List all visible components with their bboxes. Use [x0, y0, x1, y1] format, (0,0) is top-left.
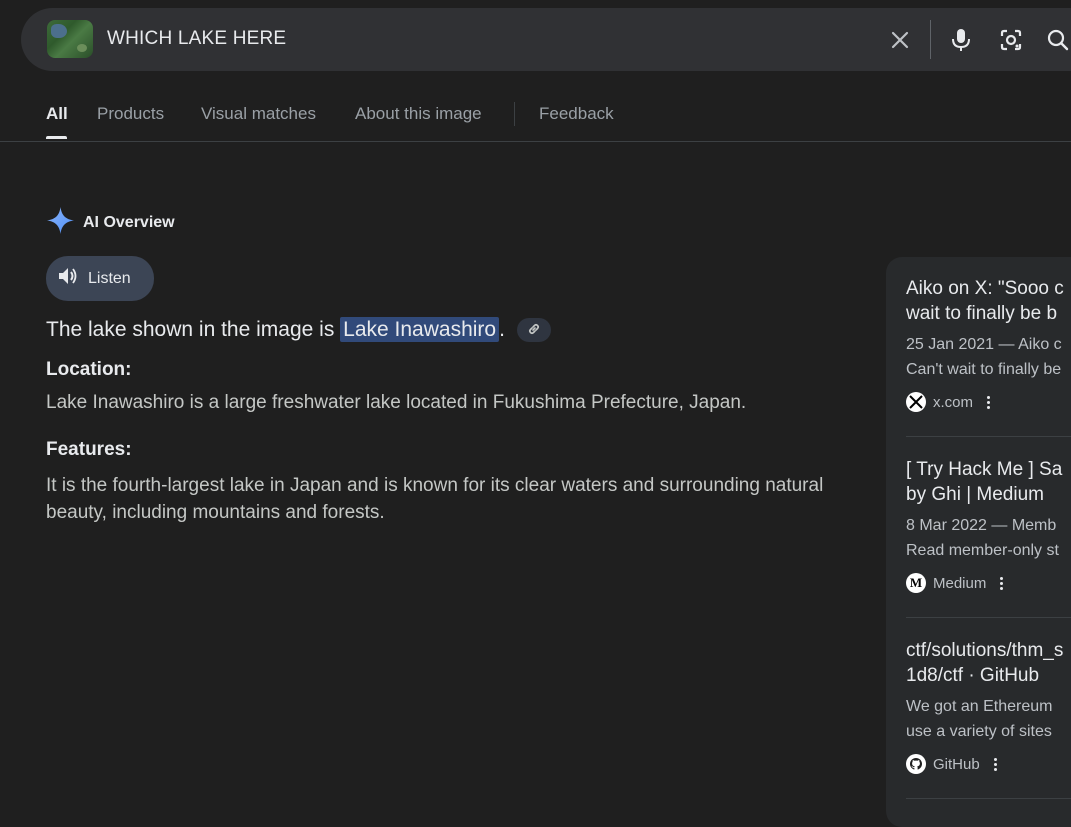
- x-logo-icon: [906, 392, 926, 412]
- tab-visual-matches[interactable]: Visual matches: [201, 104, 316, 124]
- source-card[interactable]: ctf/solutions/thm_s 1d8/ctf · GitHub We …: [906, 638, 1071, 774]
- sources-panel: Aiko on X: "Sooo c wait to finally be b …: [886, 257, 1071, 827]
- search-query-text[interactable]: WHICH LAKE HERE: [107, 28, 286, 50]
- source-title-line: 1d8/ctf · GitHub: [906, 665, 1040, 686]
- source-title-line: ctf/solutions/thm_s: [906, 640, 1064, 661]
- query-image-thumbnail[interactable]: [47, 20, 93, 58]
- source-link-chip[interactable]: [516, 318, 551, 343]
- ai-answer: The lake shown in the image is Lake Inaw…: [46, 317, 551, 343]
- answer-highlight[interactable]: Lake Inawashiro: [340, 317, 500, 342]
- source-footer: GitHub: [906, 754, 1071, 774]
- source-divider: [906, 617, 1071, 618]
- search-bar[interactable]: WHICH LAKE HERE: [21, 8, 1071, 71]
- source-title[interactable]: [ Try Hack Me ] Sa by Ghi | Medium: [906, 457, 1071, 507]
- more-options-icon[interactable]: [1000, 576, 1004, 590]
- answer-suffix: .: [499, 318, 505, 341]
- source-snippet-line: use a variety of sites: [906, 723, 1052, 740]
- tab-products[interactable]: Products: [97, 104, 164, 124]
- search-bar-divider: [930, 20, 931, 59]
- source-title-line: Aiko on X: "Sooo c: [906, 278, 1064, 299]
- speaker-icon: [58, 267, 78, 290]
- source-title[interactable]: Aiko on X: "Sooo c wait to finally be b: [906, 276, 1071, 326]
- source-title-line: wait to finally be b: [906, 303, 1058, 324]
- source-footer: M Medium: [906, 573, 1071, 593]
- sparkle-icon: [46, 206, 75, 240]
- source-snippet: 8 Mar 2022 — Memb Read member-only st: [906, 513, 1071, 563]
- source-title-line: by Ghi | Medium: [906, 484, 1044, 505]
- active-tab-indicator: [46, 136, 67, 139]
- source-snippet: 25 Jan 2021 — Aiko c Can't wait to final…: [906, 332, 1071, 382]
- listen-button[interactable]: Listen: [46, 256, 154, 301]
- source-title[interactable]: ctf/solutions/thm_s 1d8/ctf · GitHub: [906, 638, 1071, 688]
- tab-about-this-image[interactable]: About this image: [355, 104, 482, 124]
- source-snippet-line: Read member-only st: [906, 542, 1059, 559]
- lens-icon[interactable]: [996, 25, 1026, 55]
- source-snippet: We got an Ethereum use a variety of site…: [906, 694, 1071, 744]
- terrain-spot: [77, 44, 87, 52]
- link-icon: [527, 318, 541, 342]
- features-text: It is the fourth-largest lake in Japan a…: [46, 475, 824, 523]
- search-tabs: All Products Visual matches About this i…: [0, 86, 1071, 142]
- source-site[interactable]: GitHub: [933, 756, 980, 773]
- source-snippet-line: We got an Ethereum: [906, 698, 1053, 715]
- search-icon[interactable]: [1043, 25, 1071, 55]
- clear-icon[interactable]: [885, 25, 915, 55]
- source-card[interactable]: Aiko on X: "Sooo c wait to finally be b …: [906, 276, 1071, 412]
- medium-logo-icon: M: [906, 573, 926, 593]
- source-snippet-line: 25 Jan 2021 — Aiko c: [906, 336, 1062, 353]
- mic-icon[interactable]: [946, 25, 976, 55]
- ai-overview-header: AI Overview: [46, 206, 175, 240]
- tab-all[interactable]: All: [46, 104, 68, 124]
- source-snippet-line: 8 Mar 2022 — Memb: [906, 517, 1057, 534]
- tab-feedback[interactable]: Feedback: [539, 104, 614, 124]
- medium-logo-glyph: M: [909, 575, 923, 590]
- source-divider: [906, 436, 1071, 437]
- answer-prefix: The lake shown in the image is: [46, 318, 341, 341]
- tab-separator: [514, 102, 515, 126]
- github-icon: [906, 754, 926, 774]
- source-card[interactable]: [ Try Hack Me ] Sa by Ghi | Medium 8 Mar…: [906, 457, 1071, 593]
- source-site[interactable]: x.com: [933, 394, 973, 411]
- source-snippet-line: Can't wait to finally be: [906, 361, 1062, 378]
- lake-shape: [51, 24, 67, 38]
- listen-label: Listen: [88, 269, 131, 287]
- features-heading: Features:: [46, 439, 132, 460]
- source-divider: [906, 798, 1071, 799]
- source-footer: x.com: [906, 392, 1071, 412]
- location-heading: Location:: [46, 359, 132, 380]
- location-text: Lake Inawashiro is a large freshwater la…: [46, 392, 747, 413]
- ai-overview-title: AI Overview: [83, 214, 175, 231]
- source-title-line: [ Try Hack Me ] Sa: [906, 459, 1063, 480]
- more-options-icon[interactable]: [993, 757, 997, 771]
- source-site[interactable]: Medium: [933, 575, 986, 592]
- more-options-icon[interactable]: [987, 395, 991, 409]
